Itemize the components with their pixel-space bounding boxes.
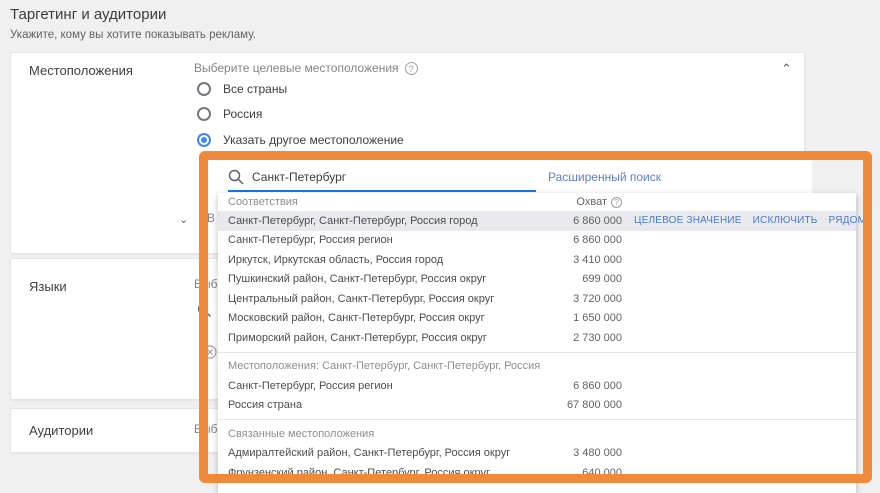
locations-card-label: Местоположения [29, 63, 133, 78]
location-name: Санкт-Петербург, Санкт-Петербург, Россия… [228, 215, 558, 227]
divider [218, 419, 856, 420]
radio-label: Россия [223, 107, 262, 121]
reach-value: 3 720 000 [558, 293, 622, 305]
radio-all-countries[interactable]: Все страны [197, 82, 287, 96]
location-name: Санкт-Петербург, Россия регион [228, 234, 558, 246]
location-suggestion-row[interactable]: Санкт-Петербург, Санкт-Петербург, Россия… [218, 211, 856, 231]
reach-value: 67 800 000 [558, 399, 622, 411]
location-suggestion-row[interactable]: Санкт-Петербург, Россия регион 6 860 000 [218, 376, 856, 396]
location-suggestion-row[interactable]: Россия страна 67 800 000 [218, 396, 856, 416]
divider [218, 352, 856, 353]
audiences-card-label: Аудитории [29, 423, 93, 438]
chevron-down-icon[interactable]: ⌄ [179, 213, 188, 226]
radio-icon-selected[interactable] [197, 133, 211, 147]
locations-prompt-text: Выберите целевые местоположения [194, 61, 399, 75]
radio-icon[interactable] [197, 107, 211, 121]
reach-value: 3 410 000 [558, 254, 622, 266]
chip-remove-icon[interactable] [203, 345, 217, 359]
related-locations-header: Связанные местоположения [218, 424, 856, 444]
location-suggestion-row[interactable]: Иркутск, Иркутская область, Россия город… [218, 250, 856, 270]
location-name: Фрунзенский район, Санкт-Петербург, Росс… [228, 467, 558, 479]
location-suggestions-dropdown: Соответствия Охват ? Санкт-Петербург, Са… [218, 193, 856, 493]
help-icon[interactable]: ? [611, 197, 622, 208]
location-name: Россия страна [228, 399, 558, 411]
languages-card-label: Языки [29, 279, 67, 294]
search-icon [197, 303, 212, 318]
reach-header: Охват ? [558, 196, 622, 208]
location-suggestion-row[interactable]: Пушкинский район, Санкт-Петербург, Росси… [218, 270, 856, 290]
reach-header-text: Охват [576, 196, 607, 208]
row-actions: ЦЕЛЕВОЕ ЗНАЧЕНИЕ ИСКЛЮЧИТЬ РЯДОМ [634, 215, 866, 226]
location-search-row: Расширенный поиск [218, 160, 812, 193]
entered-locations-header: Местоположения: Санкт-Петербург, Санкт-П… [218, 357, 856, 377]
audiences-hidden-text: Выб [194, 422, 218, 436]
page-title: Таргетинг и аудитории [10, 6, 166, 23]
location-search-input[interactable] [252, 170, 522, 184]
reach-value: 6 860 000 [558, 215, 622, 227]
radio-russia[interactable]: Россия [197, 107, 262, 121]
location-name: Московский район, Санкт-Петербург, Росси… [228, 312, 558, 324]
location-name: Иркутск, Иркутская область, Россия город [228, 254, 558, 266]
matches-header: Соответствия [228, 196, 558, 208]
reach-value: 3 480 000 [558, 447, 622, 459]
nearby-action-link[interactable]: РЯДОМ [829, 215, 867, 226]
radio-label: Указать другое местоположение [223, 133, 404, 147]
location-suggestion-row[interactable]: Адмиралтейский район, Санкт-Петербург, Р… [218, 444, 856, 464]
location-name: Приморский район, Санкт-Петербург, Росси… [228, 332, 558, 344]
reach-value: 640 000 [558, 467, 622, 479]
location-name: Адмиралтейский район, Санкт-Петербург, Р… [228, 447, 558, 459]
search-icon [228, 169, 244, 185]
collapsed-text-fragment: В [207, 211, 215, 225]
exclude-action-link[interactable]: ИСКЛЮЧИТЬ [753, 215, 818, 226]
location-suggestion-row[interactable]: Приморский район, Санкт-Петербург, Росси… [218, 328, 856, 348]
help-icon[interactable]: ? [405, 62, 418, 75]
location-name: Пушкинский район, Санкт-Петербург, Росси… [228, 273, 558, 285]
location-name: Центральный район, Санкт-Петербург, Росс… [228, 293, 558, 305]
languages-hidden-text: Выб [194, 277, 218, 291]
target-action-link[interactable]: ЦЕЛЕВОЕ ЗНАЧЕНИЕ [634, 215, 742, 226]
location-suggestion-row[interactable]: Санкт-Петербург, Россия регион 6 860 000 [218, 231, 856, 251]
reach-value: 6 860 000 [558, 380, 622, 392]
reach-value: 1 650 000 [558, 312, 622, 324]
collapse-chevron-up-icon[interactable]: ⌃ [781, 61, 792, 77]
radio-label: Все страны [223, 82, 287, 96]
advanced-search-link[interactable]: Расширенный поиск [548, 170, 661, 184]
page-subtitle: Укажите, кому вы хотите показывать рекла… [10, 29, 256, 41]
dropdown-header-row: Соответствия Охват ? [218, 193, 856, 211]
reach-value: 699 000 [558, 273, 622, 285]
reach-value: 6 860 000 [558, 234, 622, 246]
locations-prompt: Выберите целевые местоположения ? [194, 61, 418, 75]
radio-icon[interactable] [197, 82, 211, 96]
radio-other-location[interactable]: Указать другое местоположение [197, 133, 404, 147]
location-suggestion-row[interactable]: Московский район, Санкт-Петербург, Росси… [218, 309, 856, 329]
search-underline [228, 190, 536, 192]
location-suggestion-row[interactable]: Центральный район, Санкт-Петербург, Росс… [218, 289, 856, 309]
location-name: Санкт-Петербург, Россия регион [228, 380, 558, 392]
reach-value: 2 730 000 [558, 332, 622, 344]
